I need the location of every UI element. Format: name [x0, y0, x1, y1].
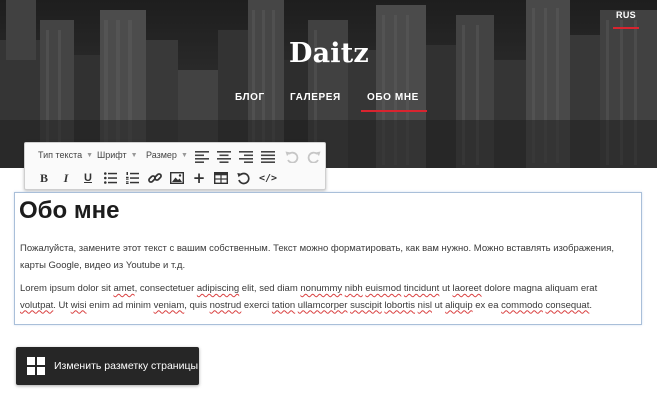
text-type-label: Тип текста	[38, 150, 83, 160]
table-icon[interactable]	[212, 169, 230, 187]
misspelled-word: nisl	[417, 299, 432, 311]
misspelled-word: adipiscing	[196, 283, 240, 294]
text-type-dropdown[interactable]: Тип текста ▼	[38, 150, 93, 160]
add-glyph: +	[192, 169, 206, 187]
redo-icon[interactable]	[305, 148, 323, 166]
misspelled-word: tation	[271, 299, 296, 311]
toolbar-row-insert: B I U + </>	[25, 167, 325, 189]
add-icon[interactable]: +	[190, 169, 208, 187]
grid-layout-icon	[27, 357, 45, 375]
nav-item-gallery[interactable]: ГАЛЕРЕЯ	[290, 92, 341, 103]
misspelled-word: suscipit	[350, 299, 382, 311]
nav-item-about[interactable]: ОБО МНЕ	[367, 92, 419, 103]
misspelled-word: ullamcorper	[297, 299, 348, 311]
misspelled-word: amet	[113, 283, 135, 294]
misspelled-word: euismod	[365, 283, 402, 294]
align-center-icon[interactable]	[215, 148, 233, 166]
main-nav: БЛОГ ГАЛЕРЕЯ ОБО МНЕ	[0, 92, 657, 114]
misspelled-word: tincidunt	[403, 283, 440, 294]
font-label: Шрифт	[97, 150, 127, 160]
chevron-down-icon: ▼	[86, 152, 94, 159]
misspelled-word: veniam	[153, 299, 185, 311]
misspelled-word: commodo	[501, 299, 543, 311]
text-segment: , consectetuer	[134, 283, 197, 294]
language-switch[interactable]: RUS	[612, 10, 640, 20]
misspelled-word: nostrud	[209, 299, 242, 311]
misspelled-word: laoreet	[452, 283, 482, 294]
text-segment: .	[589, 299, 592, 311]
text-segment: elit, sed diam	[239, 283, 301, 294]
misspelled-word: consequat	[545, 299, 590, 311]
numbered-list-icon[interactable]	[123, 169, 141, 187]
misspelled-word: nibh	[344, 283, 363, 294]
bold-icon[interactable]: B	[35, 169, 53, 187]
italic-glyph: I	[63, 171, 69, 185]
bulleted-list-icon[interactable]	[101, 169, 119, 187]
nav-item-blog[interactable]: БЛОГ	[235, 92, 265, 103]
language-underline	[613, 27, 639, 29]
change-layout-label: Изменить разметку страницы	[54, 360, 199, 372]
change-layout-button[interactable]: Изменить разметку страницы	[16, 347, 199, 385]
text-segment: ut	[439, 283, 453, 294]
code-icon[interactable]: </>	[257, 169, 279, 187]
link-icon[interactable]	[146, 169, 164, 187]
chevron-down-icon: ▼	[130, 152, 138, 159]
code-glyph: </>	[258, 172, 278, 184]
bold-glyph: B	[39, 171, 48, 185]
text-segment: exerci	[241, 299, 272, 311]
misspelled-word: nonummy	[300, 283, 343, 294]
text-segment: dolore magna aliquam erat	[481, 283, 598, 294]
underline-glyph: U	[84, 171, 92, 184]
align-justify-icon[interactable]	[259, 148, 277, 166]
intro-paragraph[interactable]: Пожалуйста, замените этот текст с вашим …	[20, 241, 630, 274]
italic-icon[interactable]: I	[57, 169, 75, 187]
undo-icon[interactable]	[283, 148, 301, 166]
text-segment: . Ut	[53, 299, 71, 311]
lorem-paragraph[interactable]: Lorem ipsum dolor sit amet, consectetuer…	[20, 281, 630, 314]
size-label: Размер	[146, 150, 177, 160]
text-segment: enim ad minim	[86, 299, 154, 311]
text-segment: ex ea	[472, 299, 502, 311]
size-dropdown[interactable]: Размер ▼	[146, 150, 188, 160]
text-segment: , quis	[184, 299, 210, 311]
misspelled-word: volutpat	[20, 299, 54, 311]
align-right-icon[interactable]	[237, 148, 255, 166]
misspelled-word: wisi	[70, 299, 87, 311]
font-dropdown[interactable]: Шрифт ▼	[97, 150, 138, 160]
misspelled-word: aliquip	[445, 299, 473, 311]
site-logo[interactable]: Daitz	[278, 38, 380, 69]
page-title[interactable]: Обо мне	[19, 197, 119, 225]
history-icon[interactable]	[234, 169, 252, 187]
editable-content-area[interactable]: Обо мне Пожалуйста, замените этот текст …	[14, 192, 642, 325]
align-left-icon[interactable]	[193, 148, 211, 166]
text-segment: ut	[431, 299, 446, 311]
text-segment: Lorem ipsum dolor sit	[20, 283, 114, 294]
chevron-down-icon: ▼	[180, 152, 188, 159]
misspelled-word: lobortis	[384, 299, 416, 311]
nav-active-indicator	[361, 110, 427, 112]
editor-toolbar: Тип текста ▼ Шрифт ▼ Размер ▼ B I U + </…	[24, 142, 326, 190]
underline-icon[interactable]: U	[79, 169, 97, 187]
toolbar-row-format: Тип текста ▼ Шрифт ▼ Размер ▼	[25, 146, 325, 168]
image-icon[interactable]	[168, 169, 186, 187]
